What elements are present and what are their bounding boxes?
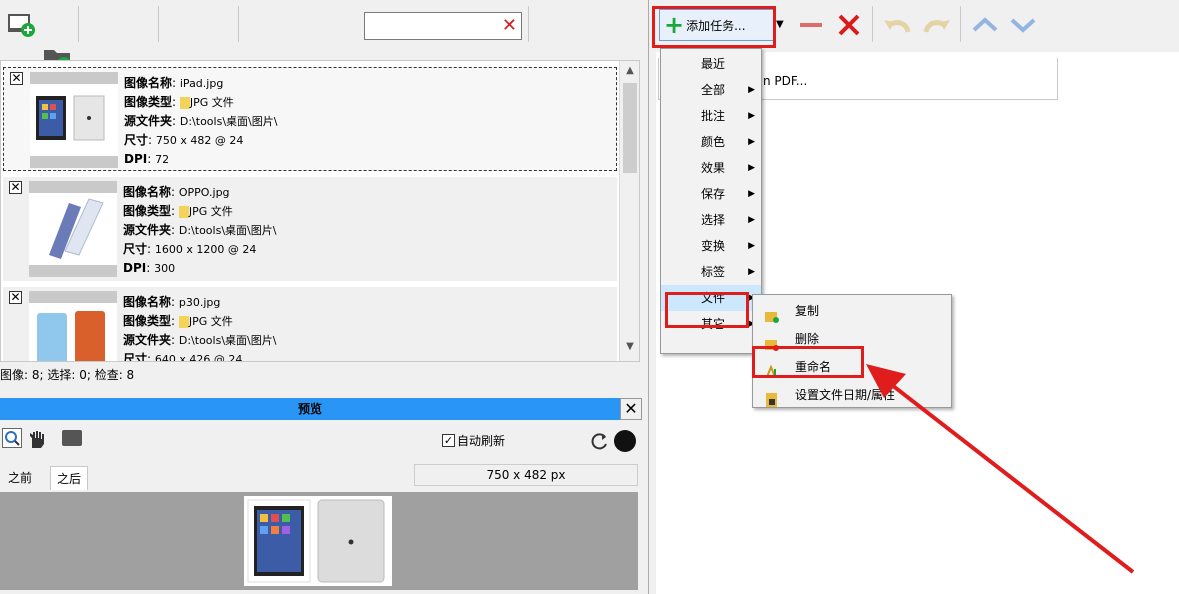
- menu-item-rename[interactable]: 重命名: [753, 353, 951, 381]
- scroll-up-icon[interactable]: ▲: [620, 65, 639, 81]
- submenu-arrow-icon: ▶: [748, 137, 755, 147]
- submenu-arrow-icon: ▶: [748, 189, 755, 199]
- menu-item-all[interactable]: 全部 ▶: [661, 77, 761, 103]
- move-task-down-icon[interactable]: [1006, 10, 1040, 40]
- file-submenu: 复制 删除 重命名 设置文件日期/属性: [752, 294, 952, 408]
- auto-refresh-checkbox[interactable]: ✓ 自动刷新: [442, 432, 505, 449]
- pan-hand-icon[interactable]: [26, 428, 48, 450]
- preview-area: [0, 492, 638, 590]
- list-item[interactable]: ✕ 图像名称: iPad.jpg 图像类型: JPG 文件 源文件夹: D:\t…: [3, 67, 617, 171]
- file-attributes-icon: [765, 389, 779, 407]
- checkbox-checked-icon: ✓: [442, 434, 455, 447]
- preview-image: [244, 496, 392, 586]
- menu-item-select[interactable]: 选择 ▶: [661, 207, 761, 233]
- menu-item-recent[interactable]: 最近: [661, 51, 761, 77]
- submenu-arrow-icon: ▶: [748, 267, 755, 277]
- close-icon[interactable]: ✕: [620, 398, 642, 420]
- image-list[interactable]: ✕ 图像名称: iPad.jpg 图像类型: JPG 文件 源文件夹: D:\t…: [0, 60, 640, 362]
- jpg-file-icon: [178, 205, 189, 218]
- image-thumbnail: [29, 291, 117, 361]
- move-task-up-icon[interactable]: [968, 10, 1002, 40]
- background-color-icon[interactable]: [614, 430, 636, 452]
- image-thumbnail: [30, 72, 118, 168]
- item-checkbox[interactable]: ✕: [9, 291, 22, 304]
- image-toolbar: ✕: [0, 0, 648, 304]
- submenu-arrow-icon: ▶: [748, 111, 755, 121]
- preview-title: 预览: [0, 398, 620, 420]
- menu-item-tags[interactable]: 标签 ▶: [661, 259, 761, 285]
- scroll-down-icon[interactable]: ▼: [620, 341, 639, 357]
- menu-item-other[interactable]: 其它▶: [661, 311, 761, 337]
- menu-item-delete[interactable]: 删除: [753, 325, 951, 353]
- add-image-icon[interactable]: [4, 6, 38, 40]
- menu-item-file[interactable]: 文件▶: [661, 285, 761, 311]
- copy-icon: [765, 305, 779, 323]
- tab-after[interactable]: 之后: [50, 466, 89, 490]
- tab-before[interactable]: 之前: [2, 466, 38, 490]
- undo-icon[interactable]: [880, 10, 914, 40]
- search-input[interactable]: ✕: [364, 12, 522, 40]
- menu-item-transform[interactable]: 变换 ▶: [661, 233, 761, 259]
- preview-toolbar: [0, 426, 642, 456]
- submenu-arrow-icon: ▶: [748, 241, 755, 251]
- item-checkbox[interactable]: ✕: [9, 181, 22, 194]
- chevron-down-icon[interactable]: ▼: [776, 14, 788, 36]
- submenu-arrow-icon: ▶: [748, 163, 755, 173]
- menu-item-annotation[interactable]: 批注 ▶: [661, 103, 761, 129]
- delete-all-icon[interactable]: [834, 10, 864, 40]
- image-thumbnail: [29, 181, 117, 277]
- plus-icon: +: [664, 11, 685, 39]
- submenu-arrow-icon: ▶: [748, 215, 755, 225]
- menu-item-copy[interactable]: 复制: [753, 297, 951, 325]
- add-task-button[interactable]: + 添加任务...: [659, 9, 775, 41]
- menu-item-effects[interactable]: 效果 ▶: [661, 155, 761, 181]
- item-checkbox[interactable]: ✕: [10, 72, 23, 85]
- rename-icon: [765, 361, 779, 378]
- clear-search-icon[interactable]: ✕: [502, 15, 517, 36]
- menu-item-set-file-attributes[interactable]: 设置文件日期/属性: [753, 381, 951, 409]
- status-bar: 图像: 8; 选择: 0; 检查: 8: [0, 368, 135, 382]
- list-item[interactable]: ✕ 图像名称: p30.jpg 图像类型: JPG 文件 源文件夹: D:\to…: [3, 287, 617, 361]
- add-task-menu: 最近 全部▶ 批注▶ 颜色▶ 效果▶ 保存▶ 选择▶ 变换▶ 标签▶ 文件▶ 其…: [660, 48, 762, 354]
- scroll-thumb[interactable]: [623, 83, 637, 173]
- submenu-arrow-icon: ▶: [748, 85, 755, 95]
- jpg-file-icon: [178, 315, 189, 328]
- task-toolbar: + 添加任务... ▼: [656, 0, 1179, 52]
- zoom-icon[interactable]: [2, 428, 22, 448]
- menu-item-color[interactable]: 颜色 ▶: [661, 129, 761, 155]
- delete-icon: [765, 333, 779, 351]
- menu-item-save[interactable]: 保存 ▶: [661, 181, 761, 207]
- image-dimensions: 750 x 482 px: [414, 464, 638, 486]
- redo-icon[interactable]: [920, 10, 954, 40]
- left-panel: ✕ ✕ 图像名称: iPad.jpg 图像类型: JPG 文件 源文件夹: D:…: [0, 0, 648, 594]
- refresh-icon[interactable]: [588, 430, 610, 452]
- remove-task-icon[interactable]: [796, 10, 826, 40]
- list-item[interactable]: ✕ 图像名称: OPPO.jpg 图像类型: JPG 文件 源文件夹: D:\t…: [3, 177, 617, 281]
- panel-splitter[interactable]: [648, 0, 656, 594]
- fit-window-icon[interactable]: [62, 430, 82, 446]
- list-scrollbar[interactable]: ▲ ▼: [619, 61, 639, 361]
- jpg-file-icon: [179, 96, 190, 109]
